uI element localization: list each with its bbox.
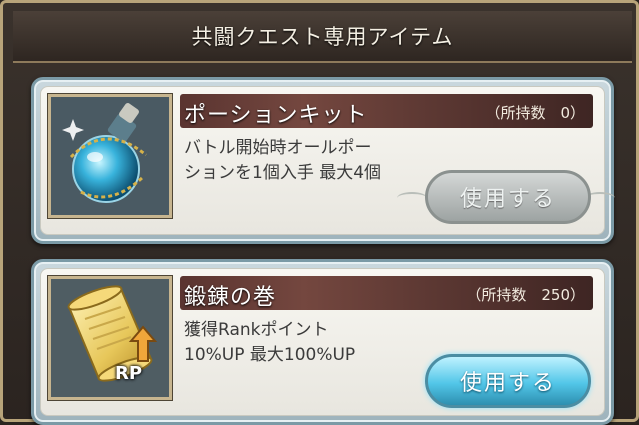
item-name: ポーションキット [184, 103, 368, 128]
item-name: 鍛錬の巻 [184, 285, 277, 310]
use-button-disabled[interactable]: 使用する [425, 170, 591, 224]
rp-badge: RP [115, 363, 143, 384]
panel-header: 共闘クエスト専用アイテム [13, 11, 632, 63]
item-description: バトル開始時オールポー ションを1個入手 最大4個 [184, 138, 382, 183]
item-description: 獲得Rankポイント 10%UP 最大100%UP [184, 320, 356, 365]
item-card-potion-kit: ポーションキット （所持数 0） バトル開始時オールポー ションを1個入手 最大… [31, 77, 615, 244]
use-button[interactable]: 使用する [425, 354, 591, 408]
quest-item-panel: 共闘クエスト専用アイテム ポーションキット （所持数 0） バトル開始時オールポ… [0, 0, 639, 425]
panel-title: 共闘クエスト専用アイテム [191, 25, 454, 49]
scroll-rp-icon: RP [48, 276, 172, 400]
item-count: （所持数 250） [466, 286, 585, 304]
ornament-left [397, 192, 427, 204]
potion-flask-icon [48, 94, 172, 218]
item-count: （所持数 0） [485, 104, 585, 122]
item-card-training-scroll: RP 鍛錬の巻 （所持数 250） 獲得Rankポイント 10%UP 最大100… [31, 259, 614, 425]
